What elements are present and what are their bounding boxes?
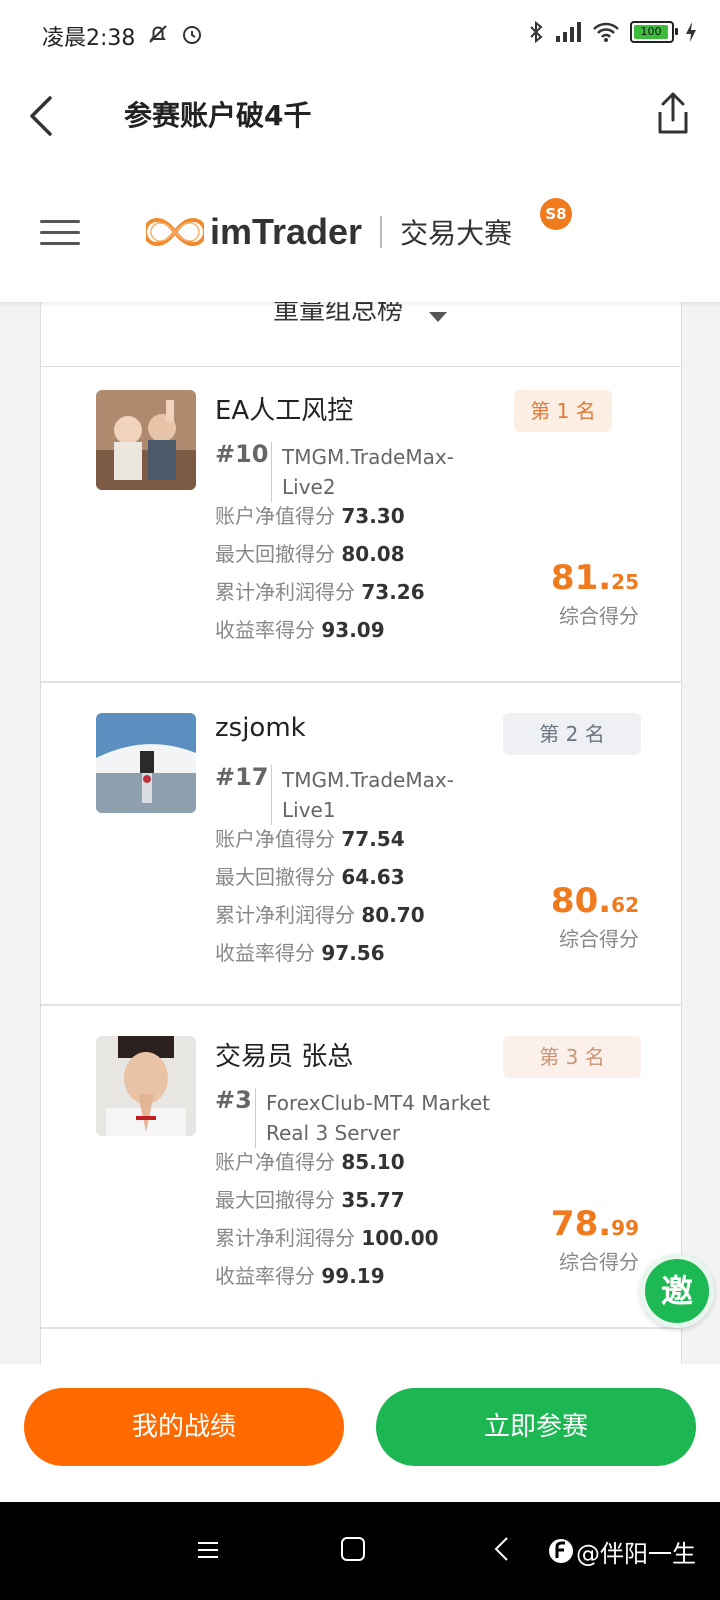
battery-icon: 100	[630, 21, 678, 43]
group-selector[interactable]: 重量组总榜	[41, 296, 681, 367]
invite-button[interactable]: 邀	[640, 1254, 714, 1328]
top-nav-bar: 参赛账户破4千	[0, 70, 720, 163]
recent-apps-icon[interactable]	[196, 1538, 220, 1562]
hamburger-menu-icon[interactable]	[40, 220, 80, 246]
leaderboard-entry[interactable]: 交易员 张总 #3 ForexClub-MT4 Market Real 3 Se…	[41, 1004, 681, 1329]
join-now-button[interactable]: 立即参赛	[376, 1388, 696, 1466]
return-score: 收益率得分 97.56	[215, 941, 385, 965]
trader-name: zsjomk	[215, 713, 306, 743]
watermark-logo-icon	[549, 1539, 573, 1563]
home-icon[interactable]	[340, 1536, 366, 1562]
page-title: 参赛账户破4千	[124, 99, 312, 132]
profit-score: 累计净利润得分 100.00	[215, 1226, 439, 1250]
leaderboard-entry[interactable]: EA人工风控 #10 TMGM.TradeMax-Live2 账户净值得分 73…	[41, 358, 681, 683]
profit-score: 累计净利润得分 73.26	[215, 580, 425, 604]
equity-score: 账户净值得分 77.54	[215, 827, 405, 851]
leaderboard-entry[interactable]: zsjomk #17 TMGM.TradeMax-Live1 账户净值得分 77…	[41, 681, 681, 1006]
status-time: 凌晨2:38	[42, 26, 136, 51]
return-score: 收益率得分 93.09	[215, 618, 385, 642]
mute-bell-icon	[149, 25, 167, 43]
avatar	[96, 1036, 196, 1136]
bluetooth-icon	[530, 20, 543, 44]
system-nav-bar: @伴阳一生	[0, 1502, 720, 1600]
trader-name: 交易员 张总	[215, 1042, 354, 1072]
brand-name: imTrader	[210, 211, 363, 252]
status-bar: 凌晨2:38 100	[0, 0, 720, 70]
infinity-logo-icon	[146, 217, 204, 247]
composite-score-label: 综合得分	[559, 604, 639, 628]
avatar	[96, 390, 196, 490]
composite-score: 81.25	[550, 558, 639, 598]
status-right-icons: 100	[528, 20, 698, 44]
account-number: #10	[215, 440, 269, 468]
event-name: 交易大赛	[400, 217, 513, 250]
composite-score-label: 综合得分	[559, 927, 639, 951]
signal-icon	[556, 22, 581, 42]
trader-name: EA人工风控	[215, 396, 354, 426]
server-name: TMGM.TradeMax-Live2	[271, 442, 502, 502]
composite-score-label: 综合得分	[559, 1250, 639, 1274]
rank-badge: 第 3 名	[503, 1036, 641, 1078]
composite-score: 80.62	[550, 881, 639, 921]
wifi-icon	[593, 22, 619, 42]
rank-badge: 第 1 名	[514, 390, 612, 432]
bottom-action-bar: 我的战绩 立即参赛	[0, 1364, 720, 1502]
drawdown-score: 最大回撤得分 64.63	[215, 865, 405, 889]
avatar	[96, 713, 196, 813]
system-back-icon[interactable]	[492, 1536, 512, 1562]
equity-score: 账户净值得分 85.10	[215, 1150, 405, 1174]
status-left-icons	[146, 22, 204, 46]
equity-score: 账户净值得分 73.30	[215, 504, 405, 528]
logo-divider	[380, 216, 383, 248]
my-record-button[interactable]: 我的战绩	[24, 1388, 344, 1466]
back-arrow-icon[interactable]	[22, 88, 72, 144]
drawdown-score: 最大回撤得分 80.08	[215, 542, 405, 566]
alarm-icon	[183, 26, 201, 44]
drawdown-score: 最大回撤得分 35.77	[215, 1188, 405, 1212]
share-icon[interactable]	[650, 86, 696, 142]
account-number: #3	[215, 1086, 252, 1114]
composite-score: 78.99	[550, 1204, 639, 1244]
profit-score: 累计净利润得分 80.70	[215, 903, 425, 927]
leaderboard-panel: 重量组总榜 EA人工风控 #10 TMGM.TradeMax-Live2 账户净…	[40, 296, 682, 1365]
return-score: 收益率得分 99.19	[215, 1264, 385, 1288]
dropdown-caret-icon	[429, 312, 447, 322]
account-number: #17	[215, 763, 269, 791]
rank-badge: 第 2 名	[503, 713, 641, 755]
season-badge: S8	[540, 198, 572, 230]
imtrader-logo: imTrader 交易大赛	[146, 211, 513, 252]
brand-header: imTrader 交易大赛 S8	[0, 162, 720, 302]
server-name: TMGM.TradeMax-Live1	[271, 765, 502, 825]
server-name: ForexClub-MT4 Market Real 3 Server	[255, 1088, 496, 1148]
charging-icon	[686, 22, 696, 42]
watermark-text: @伴阳一生	[576, 1540, 696, 1568]
